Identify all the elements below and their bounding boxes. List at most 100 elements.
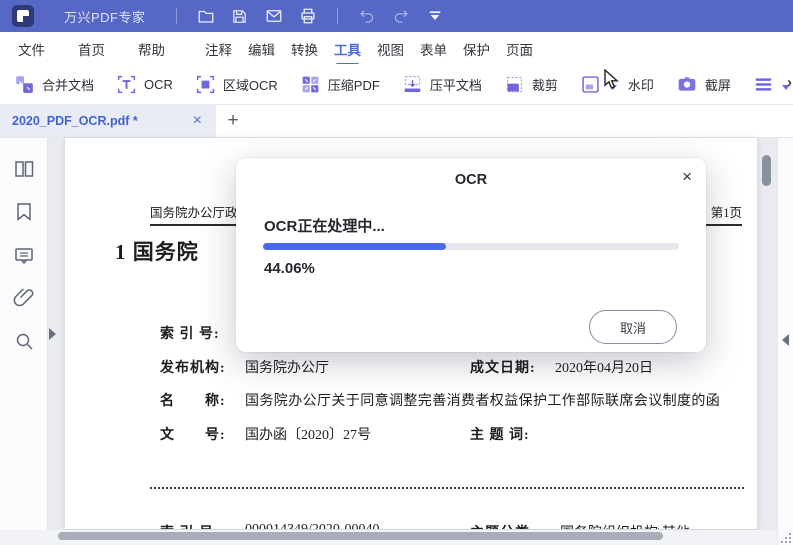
customize-quick-access-button[interactable] [422,4,448,28]
menu-help[interactable]: 帮助 [138,33,165,64]
toolbar-overflow-arrow[interactable]: › [787,74,792,91]
watermark-dropdown-caret[interactable] [608,84,617,90]
redo-button[interactable] [388,4,414,28]
tool-label: 截屏 [704,77,731,93]
merge-documents-button[interactable]: 合并文档 [14,74,94,95]
divider [336,8,338,24]
horizontal-scrollbar-thumb[interactable] [58,532,663,540]
thumbnails-icon [12,157,36,186]
window-resize-grip[interactable] [781,533,791,543]
watermark-button[interactable]: 水印 [580,74,654,95]
tool-label: 合并文档 [42,77,95,93]
compress-pdf-icon [300,74,321,95]
undo-button[interactable] [354,4,380,28]
screenshot-camera-icon [676,74,698,95]
tool-label: 水印 [627,77,654,93]
field-label: 成文日期: [470,361,536,376]
field-value: 国务院办公厅 [245,361,329,376]
tool-label: 压缩PDF [327,77,380,93]
expand-left-panel-handle[interactable] [49,328,56,340]
document-heading: 1 国务院 [115,240,199,264]
flatten-document-button[interactable]: 压平文档 [402,74,482,95]
menu-form[interactable]: 表单 [420,33,447,64]
progress-fill [263,243,447,250]
menu-page[interactable]: 页面 [506,33,533,64]
paperclip-icon [12,286,36,315]
comment-icon [12,243,36,272]
field-value: 国务院组织机构\其他 [560,522,690,529]
flatten-document-icon [402,74,423,95]
field-value: 国务院办公厅关于同意调整完善消费者权益保护工作部际联席会议制度的函 [245,394,721,409]
field-label: 名 称: [160,394,226,409]
attachments-panel-button[interactable] [11,287,37,313]
progress-percent: 44.06% [264,260,315,277]
thumbnails-panel-button[interactable] [11,158,37,184]
ocr-status-text: OCR正在处理中... [264,218,385,235]
open-file-button[interactable] [193,4,219,28]
menu-file[interactable]: 文件 [18,33,45,64]
comments-panel-button[interactable] [11,244,37,270]
folder-icon [197,7,215,25]
progress-bar [263,243,679,250]
search-icon [12,329,36,358]
crop-button[interactable]: 裁剪 [504,74,558,95]
merge-documents-icon [14,74,35,95]
navigation-sidebar [0,138,48,530]
field-label: 文 号: [160,428,226,443]
menu-convert[interactable]: 转换 [291,33,318,64]
printer-icon [299,7,317,25]
dotted-divider [150,487,744,489]
menu-tools[interactable]: 工具 [334,33,361,66]
compress-pdf-button[interactable]: 压缩PDF [300,74,380,95]
vertical-scrollbar-thumb[interactable] [762,155,771,186]
field-value: 国办函〔2020〕27号 [245,428,371,443]
page-number: 第1页 [710,206,742,220]
field-label: 索 引 号: [160,522,220,529]
undo-icon [358,7,376,25]
screenshot-button[interactable]: 截屏 [676,74,731,95]
ocr-icon [116,74,137,95]
crop-icon [504,74,525,95]
document-tab-bar: 2020_PDF_OCR.pdf * × + [0,105,793,138]
field-label: 发布机构: [160,361,226,376]
menu-bar: 文件 首页 帮助 注释 编辑 转换 工具 视图 表单 保护 页面 [0,32,793,66]
watermark-icon [580,74,601,95]
save-icon [231,8,248,25]
dialog-close-icon[interactable]: × [682,168,692,185]
ocr-button[interactable]: OCR [116,74,173,95]
ocr-progress-dialog: OCR × OCR正在处理中... 44.06% 取消 [236,158,706,352]
app-title: 万兴PDF专家 [64,9,146,25]
bookmark-icon [12,200,36,229]
cancel-button[interactable]: 取消 [589,310,677,344]
app-logo-icon [12,5,34,27]
title-bar: 万兴PDF专家 [0,0,793,32]
header-left-text: 国务院办公厅政 [150,206,238,220]
new-tab-button[interactable]: + [216,105,250,137]
print-button[interactable] [295,4,321,28]
tool-label: OCR [144,76,173,92]
field-label: 主题分类: [470,522,536,529]
menu-protect[interactable]: 保护 [463,33,490,64]
redo-icon [392,7,410,25]
field-label: 主 题 词: [470,428,530,443]
more-hamburger-icon [753,74,774,95]
menu-comment[interactable]: 注释 [205,33,232,64]
email-button[interactable] [261,4,287,28]
area-ocr-button[interactable]: 区域OCR [195,74,278,95]
tools-ribbon: 合并文档 OCR 区域OCR 压缩PDF 压平文档 裁剪 水印 截屏 更多 › [0,64,793,105]
menu-home[interactable]: 首页 [78,33,105,64]
divider [175,8,177,24]
document-tab[interactable]: 2020_PDF_OCR.pdf * × [0,105,216,137]
field-label: 索 引 号: [160,327,220,342]
save-button[interactable] [227,4,253,28]
customize-toolbar-icon [427,8,443,24]
field-value: 2020年04月20日 [555,361,653,376]
search-panel-button[interactable] [11,330,37,356]
menu-view[interactable]: 视图 [377,33,404,64]
expand-right-panel-handle[interactable] [782,334,789,346]
menu-edit[interactable]: 编辑 [248,33,275,64]
tab-close-icon[interactable]: × [189,113,206,129]
field-value: 000014349/2020-00040 [245,522,380,529]
tab-filename: 2020_PDF_OCR.pdf * [12,114,138,128]
bookmarks-panel-button[interactable] [11,201,37,227]
